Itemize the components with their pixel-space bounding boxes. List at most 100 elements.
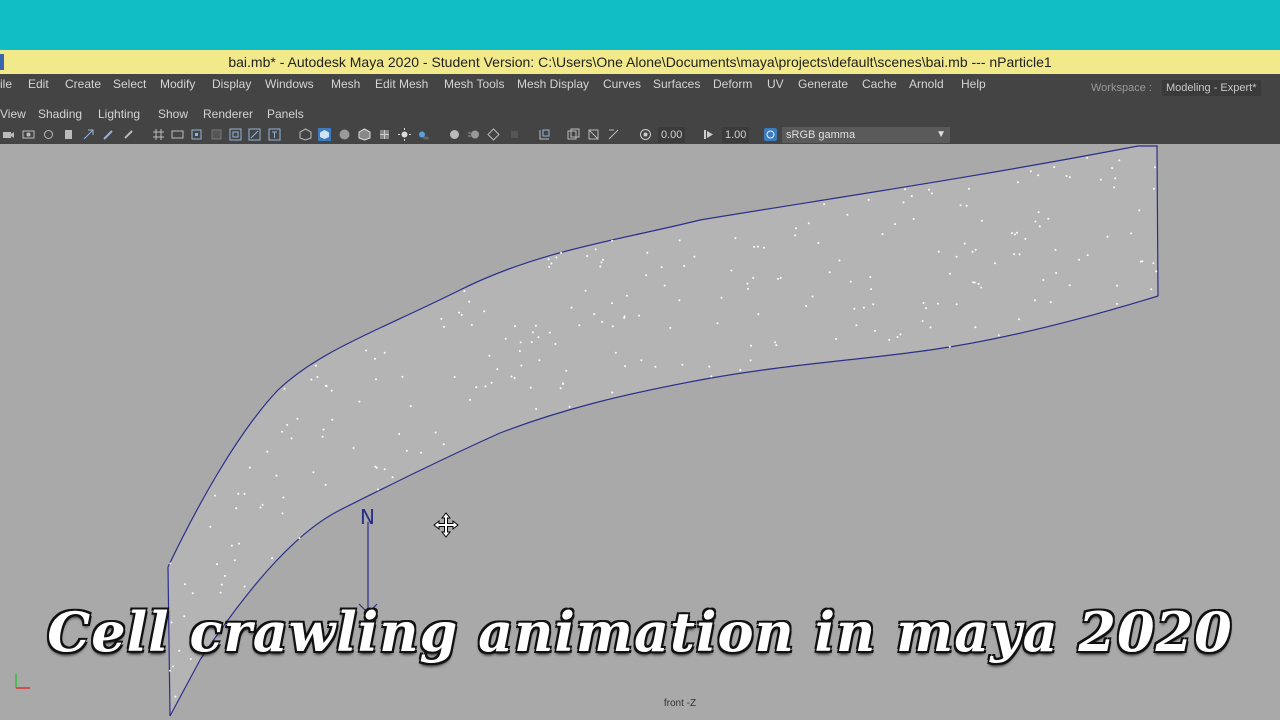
grid-icon[interactable]: [152, 128, 165, 141]
gate-mask-icon[interactable]: [210, 128, 223, 141]
move-cursor-icon: [433, 512, 459, 538]
particle-point: [1013, 253, 1016, 256]
panel-menu-view[interactable]: View: [0, 102, 26, 126]
safe-title-icon[interactable]: [268, 128, 281, 141]
anti-aliasing-icon[interactable]: [487, 128, 500, 141]
grease-pencil-icon[interactable]: [102, 128, 115, 141]
menu-deform[interactable]: Deform: [713, 74, 752, 94]
particle-point: [846, 213, 849, 216]
draw-icon[interactable]: [122, 128, 135, 141]
gamma-icon[interactable]: [702, 128, 715, 141]
menu-create[interactable]: Create: [65, 74, 101, 94]
particle-point: [1078, 258, 1081, 261]
motion-blur-icon[interactable]: [468, 128, 481, 141]
panel-menu-renderer[interactable]: Renderer: [203, 102, 253, 126]
particle-point: [420, 451, 422, 454]
particle-point: [548, 331, 551, 334]
particle-point: [375, 378, 377, 381]
particle-point: [734, 237, 737, 240]
particle-point: [614, 351, 617, 354]
particle-point: [623, 316, 626, 319]
particle-point: [235, 507, 238, 510]
particle-point: [434, 431, 437, 434]
safe-action-icon[interactable]: [248, 128, 261, 141]
particle-point: [460, 313, 463, 316]
particle-point: [230, 544, 233, 547]
particle-point: [401, 375, 404, 378]
film-gate-icon[interactable]: [171, 128, 184, 141]
select-camera-icon[interactable]: [2, 128, 15, 141]
view-axis-icon: [15, 674, 30, 689]
menu-mesh-tools[interactable]: Mesh Tools: [444, 74, 504, 94]
normal-label: N: [360, 505, 375, 529]
menu-modify[interactable]: Modify: [160, 74, 195, 94]
depth-of-field-icon[interactable]: [508, 128, 521, 141]
wireframe-on-shaded-icon[interactable]: [358, 128, 371, 141]
menu-mesh[interactable]: Mesh: [331, 74, 360, 94]
workspace-dropdown[interactable]: Modeling - Expert*: [1162, 80, 1261, 96]
particle-point: [747, 287, 749, 290]
shadows-icon[interactable]: [417, 128, 430, 141]
particle-point: [1086, 156, 1089, 159]
menu-file[interactable]: ile: [0, 74, 12, 94]
particle-point: [1018, 253, 1021, 256]
use-all-lights-icon[interactable]: [398, 128, 411, 141]
particle-point: [936, 302, 939, 305]
menu-windows[interactable]: Windows: [265, 74, 314, 94]
two-d-pan-icon[interactable]: [82, 128, 95, 141]
field-chart-icon[interactable]: [229, 128, 242, 141]
exposure-icon[interactable]: [639, 128, 652, 141]
particle-point: [937, 250, 940, 253]
menu-edit-mesh[interactable]: Edit Mesh: [375, 74, 428, 94]
panel-menu-shading[interactable]: Shading: [38, 102, 82, 126]
menu-surfaces[interactable]: Surfaces: [653, 74, 700, 94]
particle-point: [624, 365, 627, 368]
xray-components-icon[interactable]: [607, 128, 620, 141]
menu-display[interactable]: Display: [212, 74, 251, 94]
particle-point: [720, 296, 723, 299]
particle-point: [872, 303, 875, 306]
particle-point: [750, 344, 752, 347]
xray-icon[interactable]: [567, 128, 580, 141]
particle-point: [365, 349, 368, 352]
menu-select[interactable]: Select: [113, 74, 146, 94]
panel-menu-panels[interactable]: Panels: [267, 102, 304, 126]
particle-point: [739, 369, 742, 371]
particle-point: [312, 471, 315, 474]
wireframe-icon[interactable]: [299, 128, 312, 141]
smooth-shade-icon[interactable]: [318, 128, 331, 141]
xray-joints-icon[interactable]: [587, 128, 600, 141]
menu-generate[interactable]: Generate: [798, 74, 848, 94]
particle-point: [578, 324, 581, 327]
textured-icon[interactable]: [378, 128, 391, 141]
particle-point: [1034, 299, 1036, 302]
bookmark-icon[interactable]: [42, 128, 55, 141]
color-management-icon[interactable]: [764, 128, 777, 141]
screen-space-ao-icon[interactable]: [448, 128, 461, 141]
menu-help[interactable]: Help: [961, 74, 986, 94]
particle-point: [220, 583, 223, 586]
gamma-field[interactable]: 1.00: [722, 127, 750, 143]
menu-cache[interactable]: Cache: [862, 74, 897, 94]
camera-attributes-icon[interactable]: [22, 128, 35, 141]
menu-mesh-display[interactable]: Mesh Display: [517, 74, 589, 94]
view-transform-dropdown[interactable]: sRGB gamma ▼: [782, 127, 950, 143]
menu-uv[interactable]: UV: [767, 74, 784, 94]
panel-menu-show[interactable]: Show: [158, 102, 188, 126]
particle-point: [243, 585, 246, 588]
particle-point: [749, 359, 752, 362]
exposure-field[interactable]: 0.00: [658, 127, 686, 143]
menu-arnold[interactable]: Arnold: [909, 74, 944, 94]
isolate-select-icon[interactable]: [538, 128, 551, 141]
particle-point: [562, 382, 564, 385]
menu-curves[interactable]: Curves: [603, 74, 641, 94]
particle-point: [1111, 167, 1114, 169]
resolution-gate-icon[interactable]: [190, 128, 203, 141]
particle-point: [870, 288, 873, 291]
default-material-icon[interactable]: [338, 128, 351, 141]
image-plane-icon[interactable]: [62, 128, 75, 141]
panel-menu-lighting[interactable]: Lighting: [98, 102, 140, 126]
menu-edit[interactable]: Edit: [28, 74, 49, 94]
particle-point: [488, 354, 491, 357]
particle-point: [693, 255, 696, 258]
